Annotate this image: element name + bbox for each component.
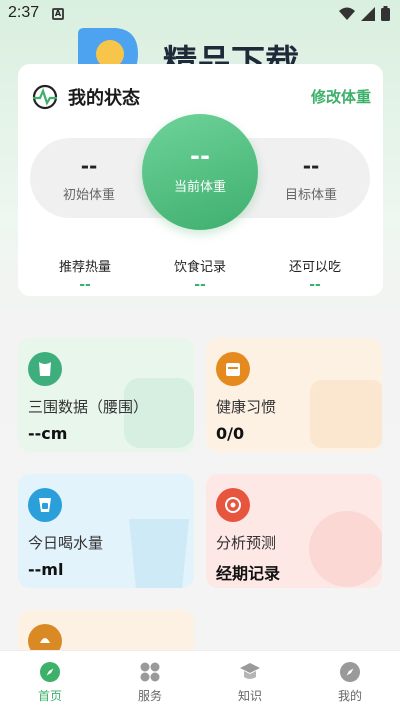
tab-label: 服务 (137, 689, 162, 703)
tile-name: 健康习惯 (216, 398, 277, 416)
tile-value: 经期记录 (216, 564, 281, 583)
water-cup-bg-icon (129, 519, 189, 588)
initial-weight: -- 初始体重 (34, 138, 144, 218)
flower-icon (216, 488, 250, 522)
tile-name: 分析预测 (216, 534, 277, 552)
clock: 2:37 (8, 4, 40, 21)
metric-value: -- (194, 277, 206, 293)
heartbeat-icon (32, 84, 58, 110)
tab-knowledge[interactable]: 知识 (200, 651, 300, 712)
initial-weight-label: 初始体重 (62, 188, 115, 203)
grid-icon (139, 661, 161, 683)
profile-compass-icon (339, 661, 361, 683)
status-title-row: 我的状态 (30, 84, 140, 110)
signal-icon (361, 6, 375, 21)
metric-label: 还可以吃 (288, 260, 341, 275)
tab-label: 我的 (337, 689, 362, 703)
tab-label: 首页 (37, 689, 62, 703)
my-status-card: 我的状态 修改体重 -- 初始体重 -- 目标体重 -- 当前体重 推荐热量 -… (18, 64, 383, 296)
tab-profile[interactable]: 我的 (300, 651, 400, 712)
tile-value: --ml (28, 560, 64, 579)
water-cup-icon (28, 488, 62, 522)
target-weight-value: -- (302, 154, 320, 178)
status-bar: 2:37 A (0, 0, 400, 28)
metric-label: 饮食记录 (173, 260, 226, 275)
metrics-row: 推荐热量 -- 饮食记录 -- 还可以吃 -- (30, 256, 370, 293)
metric-label: 推荐热量 (58, 260, 111, 275)
metric-recommended-calories[interactable]: 推荐热量 -- (30, 256, 140, 293)
tile-value: 0/0 (216, 424, 245, 443)
edit-weight-button[interactable]: 修改体重 (311, 86, 371, 107)
sim-icon: A (52, 8, 64, 20)
body-measure-icon (28, 352, 62, 386)
wifi-icon (339, 7, 355, 20)
tab-home[interactable]: 首页 (0, 651, 100, 712)
metric-diet-record[interactable]: 饮食记录 -- (145, 256, 255, 293)
tile-value: --cm (28, 424, 68, 443)
metric-value: -- (309, 277, 321, 293)
metric-value: -- (79, 277, 91, 293)
battery-icon (381, 6, 390, 21)
tab-services[interactable]: 服务 (100, 651, 200, 712)
calendar-icon (216, 352, 250, 386)
target-weight: -- 目标体重 (256, 138, 366, 218)
tab-label: 知识 (237, 689, 262, 703)
tile-water-intake[interactable]: 今日喝水量 --ml (18, 474, 194, 588)
target-weight-label: 目标体重 (284, 188, 337, 203)
flower-bg-icon (309, 511, 382, 587)
status-icons (339, 6, 390, 21)
current-weight-value: -- (190, 142, 210, 170)
current-weight-label: 当前体重 (173, 180, 226, 195)
graduation-cap-icon (239, 661, 261, 683)
bottom-tab-bar: 首页 服务 知识 我的 (0, 650, 400, 712)
current-weight-circle[interactable]: -- 当前体重 (142, 114, 258, 230)
status-title: 我的状态 (68, 88, 140, 109)
initial-weight-value: -- (80, 154, 98, 178)
calendar-bg-icon (310, 380, 382, 448)
tile-body-measurements[interactable]: 三围数据（腰围） --cm (18, 338, 194, 452)
tile-period-analysis[interactable]: 分析预测 经期记录 (206, 474, 382, 588)
metric-remaining-calories[interactable]: 还可以吃 -- (260, 256, 370, 293)
compass-icon (39, 661, 61, 683)
tile-name: 三围数据（腰围） (28, 398, 149, 416)
tile-name: 今日喝水量 (28, 534, 104, 552)
tile-health-habits[interactable]: 健康习惯 0/0 (206, 338, 382, 452)
